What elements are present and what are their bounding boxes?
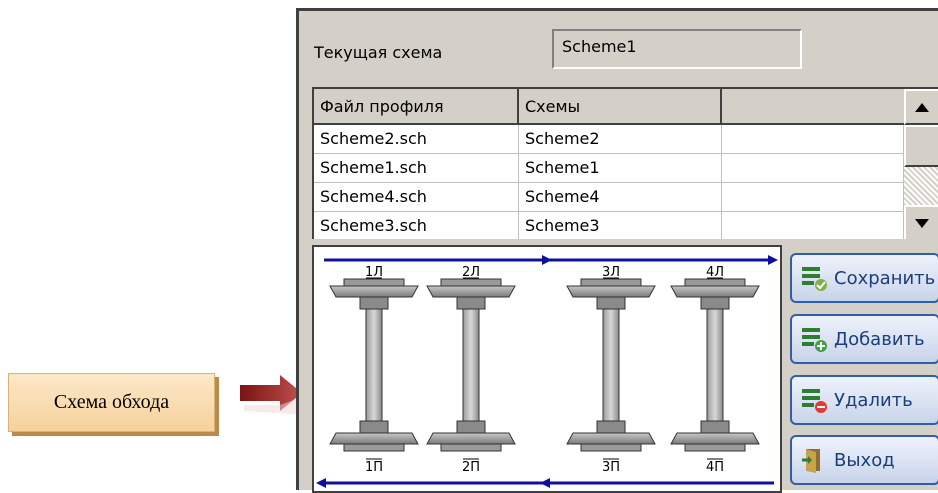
cell-scheme: Scheme1: [519, 154, 722, 183]
cell-empty: [722, 125, 904, 154]
table-row[interactable]: Scheme1.sch Scheme1: [314, 154, 904, 183]
wheelset-2[interactable]: [426, 278, 516, 452]
exit-button-label: Выход: [834, 449, 895, 471]
table-row[interactable]: Scheme3.sch Scheme3: [314, 212, 904, 239]
label-3P: 3П: [602, 460, 620, 475]
header-empty[interactable]: [722, 89, 904, 125]
triangle-up-icon: [915, 102, 929, 112]
current-scheme-field[interactable]: Scheme1: [552, 29, 802, 69]
scroll-up-button[interactable]: [904, 89, 938, 125]
table-header: Файл профиля Схемы: [314, 89, 904, 125]
arrow-left-icon: [540, 478, 550, 488]
wheelset-4[interactable]: [670, 278, 760, 452]
wheelset-3[interactable]: [566, 278, 656, 452]
cell-file: Scheme2.sch: [314, 125, 519, 154]
cell-scheme: Scheme2: [519, 125, 722, 154]
label-2P: 2П: [462, 460, 480, 475]
delete-list-icon: [802, 389, 827, 413]
cell-file: Scheme3.sch: [314, 212, 519, 239]
add-list-icon: [802, 328, 827, 352]
cell-empty: [722, 154, 904, 183]
arrow-left-icon: [316, 478, 326, 488]
header-profile-file[interactable]: Файл профиля: [314, 89, 519, 125]
arrow-right-icon: [542, 255, 552, 265]
table-row[interactable]: Scheme4.sch Scheme4: [314, 183, 904, 212]
scheme-window: Текущая схема Scheme1 Файл профиля Схемы…: [296, 8, 938, 493]
scroll-thumb[interactable]: [904, 125, 938, 167]
save-list-icon: [802, 267, 827, 291]
save-button-label: Сохранить: [834, 267, 936, 289]
scroll-down-button[interactable]: [904, 205, 938, 239]
bypass-scheme-diagram: 1Л 2Л 3Л 4Л 1П 2П 3П 4П: [312, 245, 782, 493]
save-button[interactable]: Сохранить: [790, 253, 938, 303]
cell-scheme: Scheme4: [519, 183, 722, 212]
exit-door-icon: [802, 449, 820, 473]
cell-file: Scheme1.sch: [314, 154, 519, 183]
arrow-right-icon: [768, 255, 778, 265]
table-body: Scheme2.sch Scheme2 Scheme1.sch Scheme1 …: [314, 125, 904, 239]
header-schemes[interactable]: Схемы: [519, 89, 722, 125]
callout-label: Схема обхода: [8, 373, 215, 432]
cell-empty: [722, 212, 904, 239]
current-scheme-value: Scheme1: [562, 37, 637, 56]
wheelset-1[interactable]: [329, 278, 419, 452]
schemes-table: Файл профиля Схемы Scheme2.sch Scheme2 S…: [312, 87, 938, 239]
cell-scheme: Scheme3: [519, 212, 722, 239]
label-4P: 4П: [706, 460, 724, 475]
table-row[interactable]: Scheme2.sch Scheme2: [314, 125, 904, 154]
triangle-down-icon: [915, 218, 929, 228]
label-1P: 1П: [365, 460, 383, 475]
delete-button-label: Удалить: [834, 389, 913, 411]
cell-empty: [722, 183, 904, 212]
delete-button[interactable]: Удалить: [790, 375, 938, 425]
add-button[interactable]: Добавить: [790, 314, 938, 364]
cell-file: Scheme4.sch: [314, 183, 519, 212]
exit-button[interactable]: Выход: [790, 435, 938, 485]
table-scrollbar[interactable]: [904, 89, 938, 239]
current-scheme-label: Текущая схема: [314, 43, 443, 62]
add-button-label: Добавить: [834, 328, 925, 350]
callout: Схема обхода: [8, 373, 218, 435]
scroll-track[interactable]: [904, 167, 938, 205]
